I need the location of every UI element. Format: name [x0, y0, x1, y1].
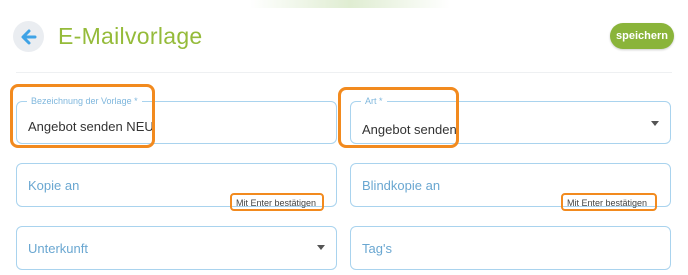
bcc-placeholder: Blindkopie an: [362, 178, 441, 193]
header-divider: [16, 72, 672, 73]
tags-placeholder: Tag's: [362, 241, 392, 256]
caret-down-icon: [651, 121, 659, 126]
tags-field[interactable]: Tag's: [350, 226, 671, 270]
highlight-bcc-hint: [561, 193, 657, 211]
highlight-cc-hint: [230, 193, 324, 211]
page-title: E-Mailvorlage: [58, 23, 203, 49]
arrow-left-icon: [21, 29, 36, 44]
cc-placeholder: Kopie an: [28, 178, 80, 193]
back-button[interactable]: [13, 21, 44, 52]
caret-down-icon: [317, 245, 325, 250]
email-template-panel: E-Mailvorlage speichern Bezeichnung der …: [0, 0, 688, 275]
highlight-type: [338, 87, 459, 148]
highlight-template-name: [10, 84, 155, 148]
save-button[interactable]: speichern: [610, 23, 674, 49]
accommodation-select[interactable]: Unterkunft: [16, 226, 337, 270]
top-glow: [250, 0, 450, 8]
accommodation-placeholder: Unterkunft: [28, 241, 88, 256]
